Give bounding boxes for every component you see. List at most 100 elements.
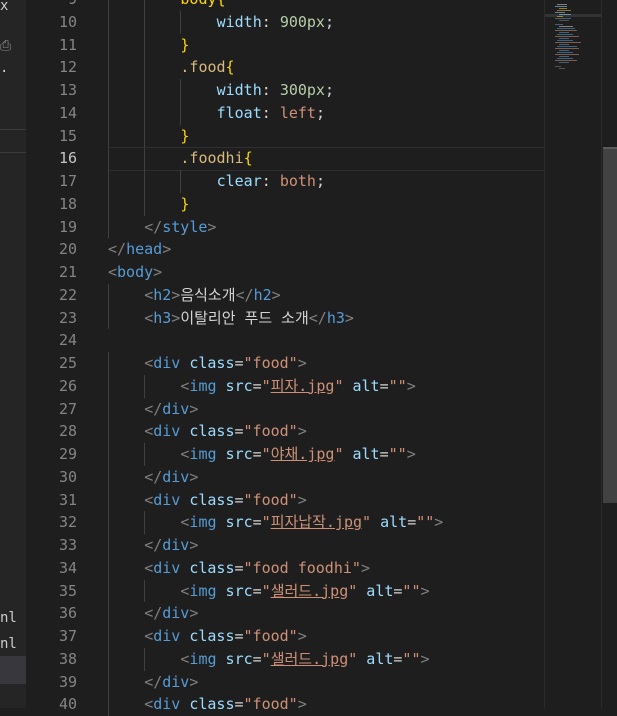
- code-line[interactable]: 23 <h3>이탈리안 푸드 소개</h3>: [0, 306, 617, 330]
- code-token: alt: [366, 649, 394, 668]
- code-line[interactable]: 29 <img src="야채.jpg" alt="">: [0, 443, 617, 466]
- code-line[interactable]: 26 <img src="피자.jpg" alt="">: [0, 374, 617, 398]
- code-token: img: [189, 513, 217, 532]
- code-line[interactable]: 10 width: 900px;: [0, 10, 617, 34]
- code-token: img: [189, 649, 217, 668]
- code-line[interactable]: 35 <img src="샐러드.jpg" alt="">: [0, 579, 617, 603]
- code-token: head: [126, 240, 163, 259]
- code-line[interactable]: 14 float: left;: [0, 101, 617, 125]
- code-line[interactable]: 39 </div>: [0, 670, 617, 694]
- code-text[interactable]: </style>: [144, 216, 216, 239]
- code-text[interactable]: <img src="피자.jpg" alt="">: [180, 375, 415, 398]
- indent-guide: [144, 192, 146, 216]
- code-text[interactable]: </div>: [144, 398, 198, 421]
- code-text[interactable]: </div>: [144, 534, 198, 557]
- line-number: 20: [58, 240, 77, 259]
- code-line[interactable]: 38 <img src="샐러드.jpg" alt="">: [0, 647, 617, 671]
- code-text[interactable]: }: [180, 34, 189, 57]
- line-number: 39: [58, 672, 77, 691]
- code-token: </: [144, 604, 163, 623]
- code-line[interactable]: 32 <img src="피자납작.jpg" alt="">: [0, 511, 617, 534]
- code-text[interactable]: }: [180, 193, 189, 216]
- minimap-viewport[interactable]: [545, 14, 602, 17]
- code-text[interactable]: <h3>이탈리안 푸드 소개</h3>: [144, 307, 354, 330]
- code-text[interactable]: <div class="food">: [144, 489, 307, 512]
- code-text[interactable]: </div>: [144, 602, 198, 625]
- code-editor[interactable]: 9body{10width: 900px;11}12.food{13width:…: [0, 0, 617, 716]
- code-text[interactable]: </head>: [108, 238, 171, 261]
- code-text[interactable]: <div class="food foodhi">: [144, 557, 370, 580]
- code-token: "food": [243, 695, 298, 714]
- code-line[interactable]: 9 body{: [0, 0, 617, 11]
- code-line[interactable]: 31 <div class="food">: [0, 488, 617, 512]
- code-line[interactable]: 24: [0, 329, 617, 352]
- code-text[interactable]: <div class="food">: [144, 625, 307, 648]
- code-text[interactable]: <img src="피자납작.jpg" alt="">: [180, 511, 443, 534]
- code-text[interactable]: .food{: [180, 56, 234, 79]
- code-line[interactable]: 16 .foodhi{: [0, 147, 617, 172]
- code-line[interactable]: 22 <h2>음식소개</h2>: [0, 283, 617, 307]
- code-text[interactable]: <img src="야채.jpg" alt="">: [180, 443, 415, 466]
- code-line[interactable]: 18}: [0, 192, 617, 216]
- code-line[interactable]: 11}: [0, 33, 617, 57]
- scrollbar-thumb[interactable]: [603, 147, 617, 503]
- minimap-line: [559, 56, 569, 57]
- code-token: :: [261, 103, 280, 122]
- code-text[interactable]: }: [180, 125, 189, 148]
- indent-guide: [144, 511, 146, 534]
- line-number: 33: [58, 536, 77, 554]
- code-line[interactable]: 12 .food{: [0, 56, 617, 79]
- code-token: "food foodhi": [243, 558, 361, 577]
- code-text[interactable]: width: 900px;: [217, 11, 334, 34]
- line-number: 27: [58, 399, 77, 418]
- code-line[interactable]: 40 <div class="food">: [0, 693, 617, 716]
- code-text[interactable]: body{: [180, 0, 225, 11]
- vertical-scrollbar[interactable]: [601, 0, 617, 708]
- code-text[interactable]: </div>: [144, 671, 198, 694]
- code-line[interactable]: 13 width: 300px;: [0, 79, 617, 102]
- indent-guide: [108, 79, 109, 102]
- code-text[interactable]: <div class="food">: [144, 693, 307, 716]
- code-text[interactable]: <body>: [108, 261, 162, 284]
- code-text[interactable]: .foodhi{: [180, 147, 252, 170]
- code-line[interactable]: 28 <div class="food">: [0, 420, 617, 443]
- minimap-line: [559, 38, 569, 39]
- code-line[interactable]: 27 </div>: [0, 397, 617, 421]
- code-text[interactable]: <div class="food">: [144, 420, 307, 443]
- code-text[interactable]: <h2>음식소개</h2>: [144, 284, 280, 307]
- code-text[interactable]: float: left;: [217, 102, 325, 125]
- code-line[interactable]: 25 <div class="food">: [0, 352, 617, 375]
- code-line[interactable]: 34 <div class="food foodhi">: [0, 556, 617, 580]
- line-number: 40: [58, 695, 77, 714]
- code-line[interactable]: 37 <div class="food">: [0, 625, 617, 648]
- code-line[interactable]: 21 <body>: [0, 261, 617, 284]
- code-text[interactable]: <div class="food">: [144, 352, 307, 375]
- minimap-line: [559, 20, 569, 21]
- code-line[interactable]: 20 </head>: [0, 238, 617, 261]
- code-text[interactable]: <img src="샐러드.jpg" alt="">: [180, 648, 429, 671]
- code-text[interactable]: width: 300px;: [217, 79, 334, 102]
- code-line[interactable]: 30 </div>: [0, 465, 617, 489]
- indent-guide: [108, 124, 109, 148]
- code-line[interactable]: 33 </div>: [0, 534, 617, 557]
- code-line[interactable]: 36 </div>: [0, 602, 617, 625]
- code-token: div: [162, 536, 190, 554]
- code-text[interactable]: </div>: [144, 466, 198, 489]
- minimap[interactable]: [544, 0, 602, 708]
- code-token: ": [261, 445, 271, 463]
- indent-guide: [144, 374, 146, 398]
- line-number: 35: [58, 581, 77, 600]
- code-token: ": [348, 581, 358, 600]
- code-line[interactable]: 17 clear: both;: [0, 170, 617, 193]
- indent-guide: [108, 10, 109, 34]
- code-text[interactable]: clear: both;: [217, 170, 325, 193]
- code-token: 피자납작.jpg: [270, 513, 363, 532]
- code-token: div: [153, 627, 181, 645]
- code-line[interactable]: 15}: [0, 124, 617, 148]
- minimap-line: [555, 12, 565, 13]
- code-line[interactable]: 19 </style>: [0, 215, 617, 239]
- code-text[interactable]: <img src="샐러드.jpg" alt="">: [180, 580, 429, 603]
